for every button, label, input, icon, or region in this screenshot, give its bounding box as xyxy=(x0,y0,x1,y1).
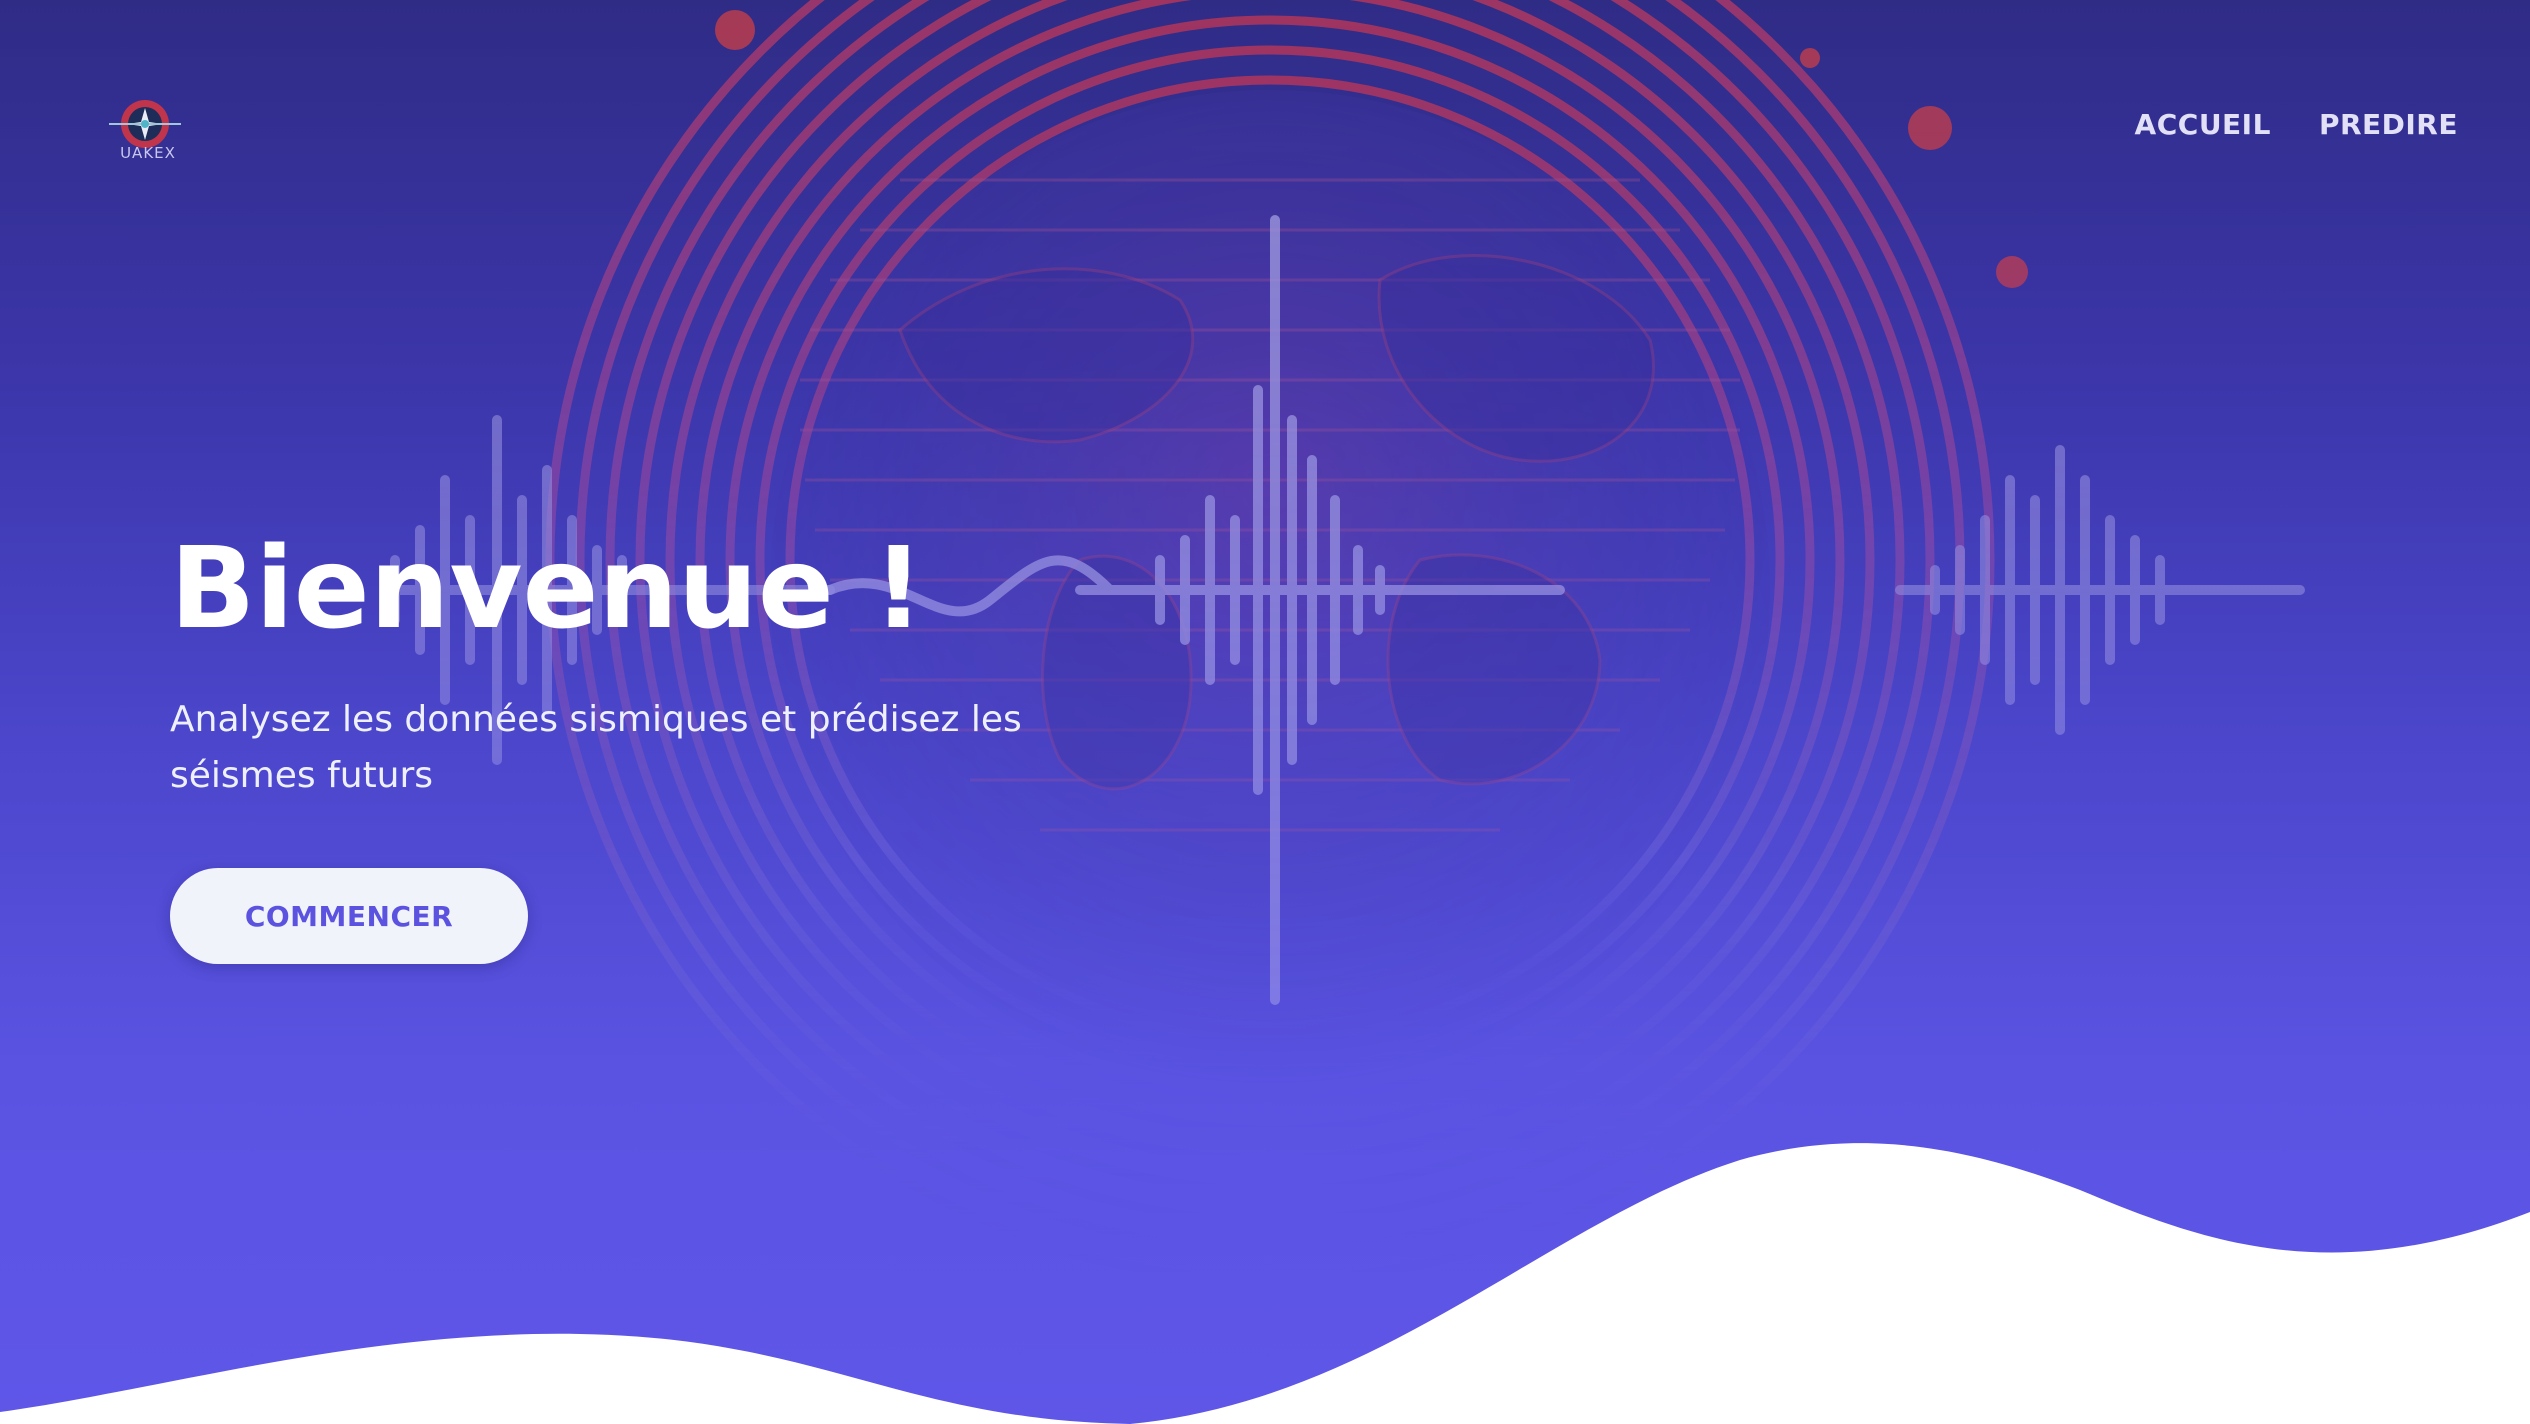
hero-section: UAKEX ACCUEIL PREDIRE Bienvenue ! Analys… xyxy=(0,0,2530,1424)
top-navigation: ACCUEIL PREDIRE xyxy=(2135,108,2458,141)
nav-link-accueil[interactable]: ACCUEIL xyxy=(2135,108,2271,141)
hero-subtitle: Analysez les données sismiques et prédis… xyxy=(170,699,1022,796)
start-button[interactable]: COMMENCER xyxy=(170,868,528,964)
nav-link-predire[interactable]: PREDIRE xyxy=(2319,108,2458,141)
logo-wordmark: UAKEX xyxy=(120,144,176,162)
hero-title: Bienvenue ! xyxy=(170,524,924,654)
